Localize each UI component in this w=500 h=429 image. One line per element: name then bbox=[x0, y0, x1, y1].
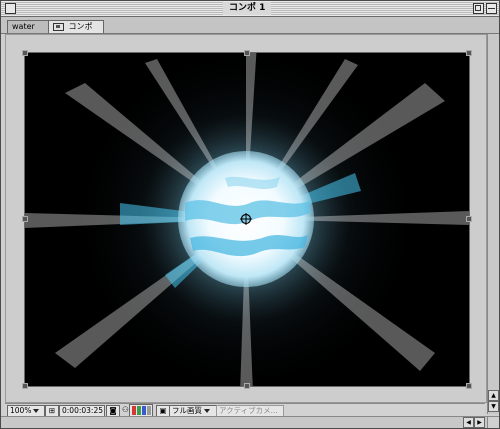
camera-value: アクティブカメ... bbox=[219, 406, 278, 415]
timecode-value: 0:00:03:25 bbox=[62, 406, 103, 415]
frame-handle-top[interactable] bbox=[244, 50, 250, 56]
scroll-left-icon[interactable]: ◀ bbox=[463, 417, 474, 428]
composition-window: コンポ 1 water コンポ 1 ⌟ ▸ ▤ 品 bbox=[0, 0, 500, 429]
quality-value: フル画質 bbox=[172, 406, 202, 415]
frame-handle-bottom-left[interactable] bbox=[22, 383, 28, 389]
composition-viewer[interactable] bbox=[5, 34, 487, 403]
title-bar[interactable]: コンポ 1 bbox=[1, 1, 499, 17]
tab-bar: water コンポ 1 ⌟ bbox=[1, 17, 499, 43]
red-channel bbox=[132, 406, 136, 415]
frame-handle-bottom-right[interactable] bbox=[466, 383, 472, 389]
zoom-box-icon[interactable] bbox=[473, 3, 484, 14]
collapse-box-icon[interactable] bbox=[486, 3, 497, 14]
comp-canvas[interactable] bbox=[24, 52, 470, 387]
frame-handle-top-left[interactable] bbox=[22, 50, 28, 56]
zoom-value: 100% bbox=[10, 406, 32, 415]
anchor-point-icon[interactable] bbox=[240, 213, 252, 225]
frame-handle-bottom[interactable] bbox=[244, 383, 250, 389]
viewer-toolbar: 100% ⊞ 0:00:03:25 ◙ ⚇ ▣ フル画質 アクティブカメ... bbox=[5, 403, 485, 423]
window-title: コンポ 1 bbox=[223, 2, 272, 15]
scroll-down-icon[interactable]: ▼ bbox=[488, 401, 499, 412]
horizontal-scrollbar[interactable]: ◀ ▶ bbox=[1, 416, 487, 428]
scroll-right-icon[interactable]: ▶ bbox=[474, 417, 485, 428]
resize-grip-icon[interactable] bbox=[487, 416, 499, 428]
vertical-scrollbar[interactable]: ▲ ▼ bbox=[487, 34, 499, 414]
alpha-channel bbox=[147, 406, 151, 415]
close-box-icon[interactable] bbox=[5, 3, 16, 14]
chevron-down-icon bbox=[204, 409, 210, 413]
frame-handle-left[interactable] bbox=[22, 216, 28, 222]
chevron-down-icon bbox=[33, 409, 40, 413]
blue-channel bbox=[142, 406, 146, 415]
frame-handle-right[interactable] bbox=[466, 216, 472, 222]
tab-label: water bbox=[12, 22, 35, 31]
tab-comp-1[interactable]: コンポ 1 ⌟ bbox=[48, 20, 104, 43]
green-channel bbox=[137, 406, 141, 415]
frame-handle-top-right[interactable] bbox=[466, 50, 472, 56]
composition-icon bbox=[53, 22, 64, 31]
scroll-up-icon[interactable]: ▲ bbox=[488, 390, 499, 401]
